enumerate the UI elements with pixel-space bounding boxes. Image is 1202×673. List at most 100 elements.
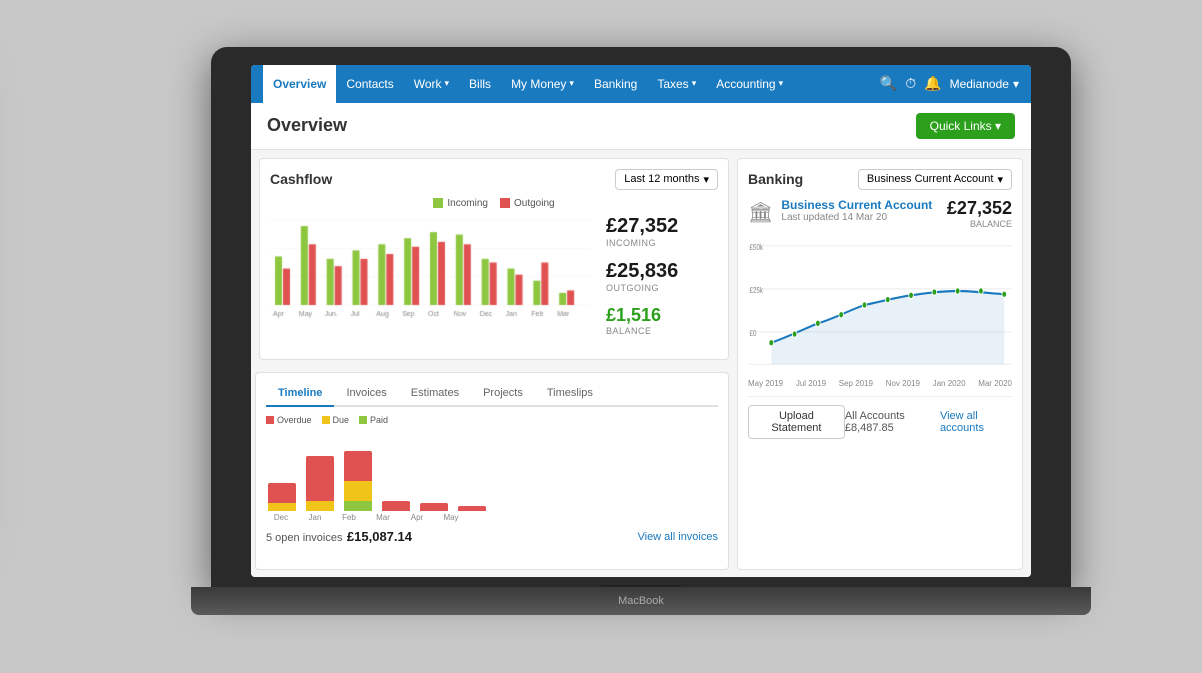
bank-balance-value: £27,352 (947, 198, 1012, 219)
cashflow-stats: £27,352 INCOMING £25,836 OUTGOING £1,516… (598, 215, 718, 336)
legend-due: Due (322, 415, 350, 425)
invoice-legend: Overdue Due Paid (266, 415, 718, 425)
main-grid: Cashflow Last 12 months ▾ Incoming (251, 150, 1031, 574)
cashflow-title: Cashflow (270, 171, 332, 187)
stat-outgoing: £25,836 OUTGOING (606, 260, 718, 293)
nav-user-chevron: ▾ (1013, 77, 1019, 91)
page-header: Overview Quick Links ▾ (251, 103, 1031, 150)
nav-overview[interactable]: Overview (263, 65, 336, 103)
nav-accounting-label: Accounting (716, 77, 775, 91)
nav-my-money-chevron: ▾ (569, 78, 574, 89)
laptop-screen: Overview Contacts Work ▾ Bills My Money … (251, 65, 1031, 577)
bar-may (456, 506, 488, 511)
view-all-invoices-link[interactable]: View all invoices (637, 531, 718, 543)
nav-bills[interactable]: Bills (459, 65, 501, 103)
upload-statement-button[interactable]: Upload Statement (748, 405, 845, 439)
nav-banking-label: Banking (594, 77, 637, 91)
incoming-sublabel: INCOMING (606, 238, 718, 248)
x-dec: Dec (266, 513, 296, 522)
x-apr: Apr (402, 513, 432, 522)
view-all-accounts-link[interactable]: View all accounts (940, 410, 1012, 434)
timer-icon[interactable]: ⏱ (905, 75, 916, 92)
macbook-label: MacBook (191, 587, 1091, 615)
bank-x-jan20: Jan 2020 (933, 379, 966, 388)
balance-value: £1,516 (606, 305, 718, 326)
bank-x-mar20: Mar 2020 (978, 379, 1012, 388)
tabs-row: Timeline Invoices Estimates Projects Tim… (266, 383, 718, 407)
all-accounts-label: All Accounts £8,487.85 (845, 410, 940, 434)
tab-projects[interactable]: Projects (471, 383, 535, 405)
incoming-label: Incoming (447, 198, 488, 209)
legend-paid: Paid (359, 415, 388, 425)
nav-banking[interactable]: Banking (584, 65, 647, 103)
tab-timeslips[interactable]: Timeslips (535, 383, 605, 405)
page-title: Overview (267, 115, 347, 136)
tab-estimates[interactable]: Estimates (399, 383, 471, 405)
timeline-section: Timeline Invoices Estimates Projects Tim… (255, 372, 729, 570)
bar-may-overdue (458, 506, 486, 511)
bar-dec (266, 483, 298, 511)
bank-x-labels: May 2019 Jul 2019 Sep 2019 Nov 2019 Jan … (748, 379, 1012, 388)
bar-apr (418, 503, 450, 511)
nav-taxes[interactable]: Taxes ▾ (647, 65, 706, 103)
bank-footer: Upload Statement All Accounts £8,487.85 … (748, 396, 1012, 439)
nav-right-section: 🔍 ⏱ 🔔 Medianode ▾ (880, 75, 1019, 92)
search-icon[interactable]: 🔍 (880, 75, 897, 92)
bar-mar (380, 501, 412, 511)
nav-contacts-label: Contacts (346, 77, 393, 91)
bank-line-chart: £50k £25k £0 (748, 235, 1012, 375)
bank-x-may19: May 2019 (748, 379, 783, 388)
x-jan: Jan (300, 513, 330, 522)
overdue-dot (266, 416, 274, 424)
bank-account-name[interactable]: Business Current Account (781, 198, 932, 212)
bell-icon[interactable]: 🔔 (924, 75, 941, 92)
bar-dec-overdue (268, 483, 296, 503)
content-area: Overview Quick Links ▾ Cashflow Last 12 … (251, 103, 1031, 577)
bar-feb-due (344, 481, 372, 501)
legend-overdue: Overdue (266, 415, 312, 425)
paid-label: Paid (370, 415, 388, 425)
cashflow-period-dropdown[interactable]: Last 12 months ▾ (615, 169, 718, 190)
bank-account-row: 🏛 Business Current Account Last updated … (748, 198, 1012, 229)
nav-accounting[interactable]: Accounting ▾ (706, 65, 793, 103)
quick-links-button[interactable]: Quick Links ▾ (916, 113, 1015, 139)
stacked-x-labels: Dec Jan Feb Mar Apr May (266, 513, 718, 522)
legend-outgoing: Outgoing (500, 198, 555, 209)
outgoing-sublabel: OUTGOING (606, 283, 718, 293)
laptop-device: Overview Contacts Work ▾ Bills My Money … (211, 47, 1071, 627)
tab-invoices[interactable]: Invoices (334, 383, 398, 405)
bar-feb-paid (344, 501, 372, 511)
invoice-count: 5 open invoices (266, 532, 342, 544)
nav-user-name: Medianode (950, 77, 1009, 91)
banking-title: Banking (748, 171, 803, 187)
bar-jan (304, 456, 336, 511)
outgoing-label: Outgoing (514, 198, 555, 209)
bank-x-sep19: Sep 2019 (839, 379, 873, 388)
stat-balance: £1,516 BALANCE (606, 305, 718, 336)
svg-text:£0: £0 (750, 328, 757, 338)
cashflow-canvas (270, 215, 590, 325)
svg-text:£50k: £50k (750, 242, 764, 252)
stacked-bar-chart (266, 431, 718, 511)
laptop-base: MacBook (191, 587, 1091, 615)
nav-user[interactable]: Medianode ▾ (950, 77, 1019, 91)
banking-account-dropdown[interactable]: Business Current Account ▾ (858, 169, 1012, 190)
cashflow-section: Cashflow Last 12 months ▾ Incoming (259, 158, 729, 360)
nav-contacts[interactable]: Contacts (336, 65, 403, 103)
laptop-body: Overview Contacts Work ▾ Bills My Money … (211, 47, 1071, 587)
x-feb: Feb (334, 513, 364, 522)
cashflow-bar-chart (270, 215, 590, 336)
stat-incoming: £27,352 INCOMING (606, 215, 718, 248)
nav-work-chevron: ▾ (445, 78, 450, 89)
nav-my-money[interactable]: My Money ▾ (501, 65, 584, 103)
bank-building-icon: 🏛 (748, 200, 773, 225)
banking-dropdown-label: Business Current Account (867, 173, 994, 185)
invoice-summary: 5 open invoices £15,087.14 (266, 528, 412, 546)
invoice-amount: £15,087.14 (347, 529, 412, 544)
nav-work[interactable]: Work ▾ (404, 65, 459, 103)
tab-timeline[interactable]: Timeline (266, 383, 334, 407)
overdue-label: Overdue (277, 415, 312, 425)
bar-feb (342, 451, 374, 511)
due-dot (322, 416, 330, 424)
nav-overview-label: Overview (273, 77, 326, 91)
